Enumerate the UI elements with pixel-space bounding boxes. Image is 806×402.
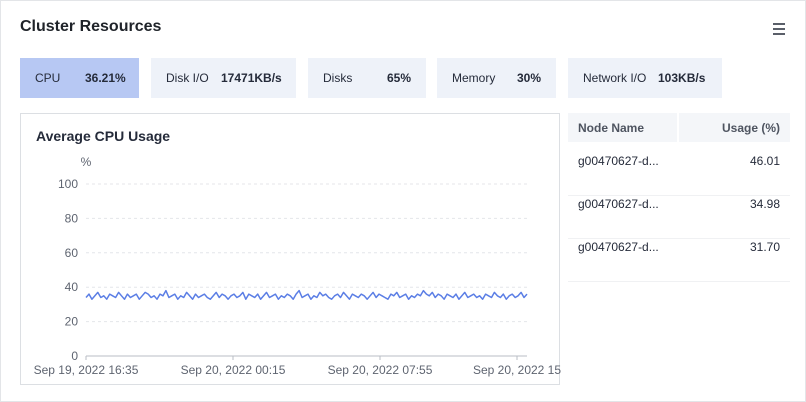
table-row[interactable]: g00470627-d... 34.98 [568, 197, 790, 239]
tab-label: Memory [452, 71, 496, 85]
tab-label: Disks [323, 71, 353, 85]
node-name: g00470627-d... [578, 154, 659, 168]
y-tick-label: 0 [71, 349, 78, 363]
tab-cpu[interactable]: CPU 36.21% [20, 58, 139, 98]
y-tick-label: 100 [58, 177, 78, 191]
tab-disks[interactable]: Disks 65% [308, 58, 426, 98]
tab-network-io[interactable]: Network I/O 103KB/s [568, 58, 722, 98]
y-tick-label: 40 [65, 280, 79, 294]
node-name: g00470627-d... [578, 197, 659, 211]
tab-value: 103KB/s [658, 71, 706, 85]
column-header-node-name[interactable]: Node Name [568, 113, 677, 142]
y-tick-label: 80 [65, 211, 79, 225]
x-tick-label: Sep 19, 2022 16:35 [34, 363, 139, 377]
tab-value: 30% [517, 71, 542, 85]
tab-value: 17471KB/s [221, 71, 282, 85]
cpu-usage-series-line [85, 289, 528, 300]
node-usage: 31.70 [749, 240, 780, 254]
column-header-usage[interactable]: Usage (%) [679, 113, 790, 142]
cpu-usage-chart: Average CPU Usage % 0 20 40 60 80 100 Sep 19, 2… [20, 113, 561, 385]
panel-title: Cluster Resources [20, 18, 162, 35]
tab-memory[interactable]: Memory 30% [437, 58, 556, 98]
y-axis-unit-label: % [81, 155, 92, 169]
node-usage: 34.98 [749, 197, 780, 211]
y-tick-label: 20 [65, 315, 79, 329]
table-row[interactable]: g00470627-d... 31.70 [568, 240, 790, 282]
tab-value: 36.21% [85, 71, 126, 85]
y-tick-label: 60 [65, 246, 79, 260]
x-tick-label: Sep 20, 2022 07:55 [328, 363, 433, 377]
tab-label: Network I/O [583, 71, 647, 85]
tab-value: 65% [387, 71, 412, 85]
table-row[interactable]: g00470627-d... 46.01 [568, 154, 790, 196]
node-usage: 46.01 [749, 154, 780, 168]
x-tick-label: Sep 20, 2022 15 [473, 363, 561, 377]
chart-plot: % 0 20 40 60 80 100 Sep 19, 2022 16:35 Sep 20, 2… [34, 155, 561, 377]
tab-label: Disk I/O [166, 71, 209, 85]
hamburger-menu-icon[interactable] [773, 23, 787, 36]
cluster-resources-panel: Cluster Resources CPU 36.21% Disk I/O 17… [0, 0, 806, 402]
tab-label: CPU [35, 71, 61, 85]
x-tick-label: Sep 20, 2022 00:15 [181, 363, 286, 377]
tab-disk-io[interactable]: Disk I/O 17471KB/s [151, 58, 296, 98]
node-name: g00470627-d... [578, 240, 659, 254]
